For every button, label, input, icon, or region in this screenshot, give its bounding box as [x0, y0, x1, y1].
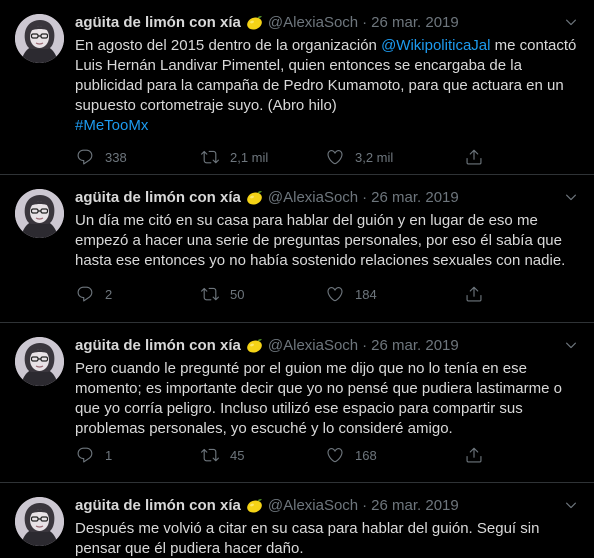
tweet-header: agüita de limón con xía @AlexiaSoch · 26… — [75, 335, 580, 355]
user-handle[interactable]: @AlexiaSoch — [268, 189, 358, 206]
tweet-text: En agosto del 2015 dentro de la organiza… — [75, 36, 580, 136]
like-button[interactable]: 184 — [326, 285, 451, 303]
tweet-header: agüita de limón con xía @AlexiaSoch · 26… — [75, 12, 580, 32]
tweet[interactable]: agüita de limón con xía @AlexiaSoch · 26… — [0, 175, 594, 323]
tweet-date[interactable]: 26 mar. 2019 — [371, 497, 459, 514]
hashtag-link[interactable]: #MeTooMx — [75, 117, 148, 134]
share-icon — [465, 285, 483, 303]
heart-icon — [326, 148, 344, 166]
tweet[interactable]: agüita de limón con xía @AlexiaSoch · 26… — [0, 483, 594, 558]
chevron-down-icon[interactable] — [564, 338, 578, 352]
display-name[interactable]: agüita de limón con xía — [75, 497, 241, 514]
display-name[interactable]: agüita de limón con xía — [75, 337, 241, 354]
tweet-content: agüita de limón con xía @AlexiaSoch · 26… — [75, 12, 580, 136]
tweet-content: agüita de limón con xía @AlexiaSoch · 26… — [75, 335, 580, 439]
user-handle[interactable]: @AlexiaSoch — [268, 14, 358, 31]
chevron-down-icon[interactable] — [564, 15, 578, 29]
chevron-down-icon[interactable] — [564, 190, 578, 204]
separator-dot: · — [362, 336, 368, 354]
retweet-count: 2,1 mil — [230, 149, 269, 165]
tweet-actions: 2 50 184 — [76, 284, 580, 304]
share-icon — [465, 148, 483, 166]
tweet-date[interactable]: 26 mar. 2019 — [371, 14, 459, 31]
tweet-date[interactable]: 26 mar. 2019 — [371, 189, 459, 206]
display-name[interactable]: agüita de limón con xía — [75, 189, 241, 206]
separator-dot: · — [362, 496, 368, 514]
tweet-date[interactable]: 26 mar. 2019 — [371, 337, 459, 354]
tweet-header: agüita de limón con xía @AlexiaSoch · 26… — [75, 187, 580, 207]
display-name[interactable]: agüita de limón con xía — [75, 14, 241, 31]
reply-icon — [76, 148, 94, 166]
heart-icon — [326, 285, 344, 303]
retweet-icon — [201, 446, 219, 464]
mention-link[interactable]: @WikipoliticaJal — [381, 37, 490, 54]
reply-button[interactable]: 338 — [76, 148, 201, 166]
reply-button[interactable]: 1 — [76, 446, 201, 464]
reply-icon — [76, 446, 94, 464]
retweet-icon — [201, 148, 219, 166]
tweet-text: Un día me citó en su casa para hablar de… — [75, 212, 567, 269]
like-button[interactable]: 168 — [326, 446, 451, 464]
like-count: 168 — [355, 447, 377, 463]
reply-count: 2 — [105, 286, 113, 302]
lemon-emoji-icon — [246, 498, 263, 513]
reply-count: 338 — [105, 149, 127, 165]
tweet[interactable]: agüita de limón con xía @AlexiaSoch · 26… — [0, 0, 594, 175]
reply-button[interactable]: 2 — [76, 285, 201, 303]
tweet-content: agüita de limón con xía @AlexiaSoch · 26… — [75, 187, 580, 271]
tweet-actions: 1 45 168 — [76, 445, 580, 465]
like-count: 184 — [355, 286, 377, 302]
tweet-text: Después me volvió a citar en su casa par… — [75, 520, 544, 557]
separator-dot: · — [362, 188, 368, 206]
like-count: 3,2 mil — [355, 149, 394, 165]
thread-timeline: agüita de limón con xía @AlexiaSoch · 26… — [0, 0, 594, 558]
user-handle[interactable]: @AlexiaSoch — [268, 497, 358, 514]
tweet-actions: 338 2,1 mil 3,2 mil — [76, 147, 580, 167]
retweet-button[interactable]: 2,1 mil — [201, 148, 326, 166]
share-button[interactable] — [465, 148, 494, 166]
retweet-button[interactable]: 45 — [201, 446, 326, 464]
retweet-icon — [201, 285, 219, 303]
retweet-count: 45 — [230, 447, 245, 463]
tweet-content: agüita de limón con xía @AlexiaSoch · 26… — [75, 495, 580, 558]
share-button[interactable] — [465, 446, 494, 464]
chevron-down-icon[interactable] — [564, 498, 578, 512]
separator-dot: · — [362, 13, 368, 31]
lemon-emoji-icon — [246, 338, 263, 353]
tweet-text-part: En agosto del 2015 dentro de la organiza… — [75, 37, 382, 54]
tweet[interactable]: agüita de limón con xía @AlexiaSoch · 26… — [0, 323, 594, 483]
avatar[interactable] — [15, 14, 64, 63]
share-button[interactable] — [465, 285, 494, 303]
share-icon — [465, 446, 483, 464]
lemon-emoji-icon — [246, 190, 263, 205]
retweet-button[interactable]: 50 — [201, 285, 326, 303]
tweet-header: agüita de limón con xía @AlexiaSoch · 26… — [75, 495, 580, 515]
like-button[interactable]: 3,2 mil — [326, 148, 451, 166]
avatar[interactable] — [15, 497, 64, 546]
user-handle[interactable]: @AlexiaSoch — [268, 337, 358, 354]
reply-icon — [76, 285, 94, 303]
tweet-text: Pero cuando le pregunté por el guion me … — [75, 360, 567, 437]
lemon-emoji-icon — [246, 15, 263, 30]
avatar[interactable] — [15, 337, 64, 386]
avatar[interactable] — [15, 189, 64, 238]
heart-icon — [326, 446, 344, 464]
reply-count: 1 — [105, 447, 113, 463]
retweet-count: 50 — [230, 286, 245, 302]
